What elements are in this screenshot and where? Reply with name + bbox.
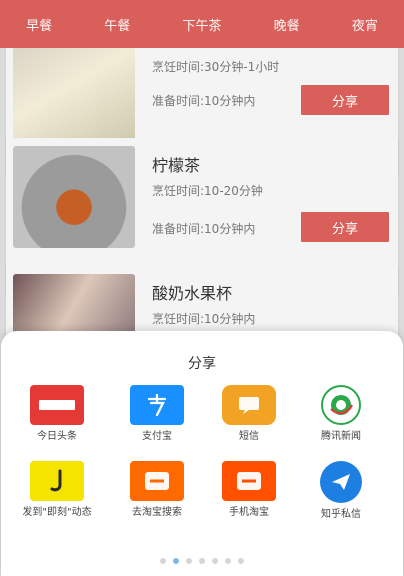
tab-breakfast[interactable]: 早餐 [26,15,52,34]
page-dot[interactable] [212,558,218,564]
share-target-mobile-taobao[interactable]: 手机淘宝 [207,461,291,520]
jike-icon [30,461,84,501]
page-dot[interactable] [238,558,244,564]
share-target-toutiao[interactable]: 今日头条 [15,385,99,444]
share-target-alipay[interactable]: 支付宝 [115,385,199,444]
share-target-tencent-news[interactable]: 腾讯新闻 [299,385,383,444]
tab-afternoon-tea[interactable]: 下午茶 [182,15,221,34]
tab-late-night[interactable]: 夜宵 [352,15,378,34]
share-target-label: 知乎私信 [321,509,361,520]
recipe-prep-time: 准备时间:10分钟内 [152,222,256,236]
recipe-prep-time: 准备时间:10分钟内 [152,94,256,108]
page-dot[interactable] [160,558,166,564]
zhihu-icon [320,461,362,503]
share-target-jike[interactable]: 发到"即刻"动态 [15,461,99,520]
recipe-cook-time: 烹饪时间:10-20分钟 [152,184,263,198]
share-target-label: 去淘宝搜索 [132,507,182,518]
toutiao-icon [30,385,84,425]
recipe-cook-time: 烹饪时间:30分钟-1小时 [152,60,280,74]
share-target-label: 今日头条 [37,431,77,442]
share-sheet-title: 分享 [188,356,216,372]
recipe-cook-time: 烹饪时间:10分钟内 [152,312,256,326]
taobao-search-icon [130,461,184,501]
share-target-label: 短信 [239,431,259,442]
sms-icon [222,385,276,425]
share-target-sms[interactable]: 短信 [207,385,291,444]
page-dot[interactable] [186,558,192,564]
category-tabs: 早餐 午餐 下午茶 晚餐 夜宵 [0,0,404,48]
mobile-taobao-icon [222,461,276,501]
recipe-title: 柠檬茶 [152,156,201,175]
share-target-label: 支付宝 [142,431,172,442]
share-target-label: 腾讯新闻 [321,431,361,442]
tab-dinner[interactable]: 晚餐 [274,15,300,34]
tab-lunch[interactable]: 午餐 [104,15,130,34]
share-button[interactable]: 分享 [301,85,389,115]
share-target-taobao-search[interactable]: 去淘宝搜索 [115,461,199,520]
tencent-news-icon [321,385,361,425]
share-button[interactable]: 分享 [301,212,389,242]
recipe-title: 酸奶水果杯 [152,284,233,303]
page-dot[interactable] [173,558,179,564]
share-target-label: 手机淘宝 [229,507,269,518]
recipe-thumbnail [13,146,135,248]
page-dot[interactable] [199,558,205,564]
page-indicator [1,558,403,564]
share-target-label: 发到"即刻"动态 [22,507,92,518]
share-sheet: 分享 今日头条 支付宝 短信 腾讯新闻 发到"即刻"动态 去淘宝搜索 手机淘宝 … [1,331,403,576]
alipay-icon [130,385,184,425]
page-dot[interactable] [225,558,231,564]
share-target-zhihu[interactable]: 知乎私信 [299,461,383,522]
